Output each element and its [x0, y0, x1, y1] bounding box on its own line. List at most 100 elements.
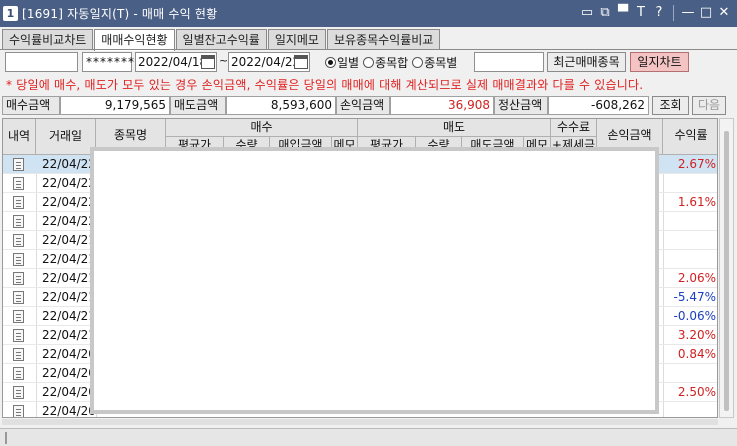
status-grip-icon	[5, 432, 7, 444]
return-rate-cell: 2.67%	[677, 157, 716, 171]
settlement-label: 정산금액	[494, 96, 548, 115]
date-from-text: 2022/04/18	[138, 55, 208, 69]
document-icon[interactable]	[13, 215, 24, 228]
return-rate-cell: -5.47%	[673, 290, 716, 304]
radio-daily-label: 일별	[337, 56, 360, 70]
trade-date-cell: 22/04/20	[42, 347, 96, 361]
trade-date-cell: 22/04/22	[42, 157, 96, 171]
return-rate-cell: 1.61%	[677, 195, 716, 209]
sell-amount-value: 8,593,600	[226, 96, 336, 115]
radio-by-stock[interactable]: 종목별	[412, 54, 457, 71]
document-icon[interactable]	[13, 234, 24, 247]
trade-date-cell: 22/04/20	[42, 366, 96, 380]
radio-button-checked[interactable]	[325, 57, 336, 68]
header-return-rate[interactable]: 수익률	[663, 119, 717, 155]
trade-date-cell: 22/04/20	[42, 385, 96, 399]
header-trade-date[interactable]: 거래일	[36, 119, 96, 155]
header-fee[interactable]: 수수료	[551, 119, 597, 137]
buy-amount-label: 매수금액	[2, 96, 60, 115]
query-button[interactable]: 조회	[652, 96, 689, 115]
document-icon[interactable]	[13, 196, 24, 209]
date-to-text: 2022/04/22	[231, 55, 301, 69]
date-to-field[interactable]: 2022/04/22	[228, 52, 310, 72]
journal-chart-button[interactable]: 일지차트	[630, 52, 689, 72]
tab-holding-return-comparison[interactable]: 보유종목수익률비교	[326, 29, 441, 50]
recent-trades-button[interactable]: 최근매매종목	[547, 52, 626, 72]
return-rate-cell: 2.06%	[677, 271, 716, 285]
notice-text: * 당일에 매수, 매도가 모두 있는 경우 손익금액, 수익률은 당일의 매매…	[6, 78, 644, 92]
password-field[interactable]: ********	[82, 52, 141, 72]
title-separator	[673, 5, 674, 21]
document-icon[interactable]	[13, 291, 24, 304]
document-icon[interactable]	[13, 177, 24, 190]
pin-icon[interactable]: ▀	[616, 4, 630, 22]
trade-date-cell: 22/04/22	[42, 214, 96, 228]
document-icon[interactable]	[13, 348, 24, 361]
buy-amount-value: 9,179,565	[60, 96, 170, 115]
scrollbar-thumb[interactable]	[724, 131, 729, 411]
horizontal-scrollbar[interactable]	[2, 419, 718, 425]
date-range-tilde: ~	[219, 54, 229, 67]
tab-divider	[0, 49, 737, 50]
stock-code-input[interactable]	[474, 52, 544, 72]
tab-trade-profit-status[interactable]: 매매수익현황	[94, 29, 175, 51]
window-title: [1691] 자동일지(T) - 매매 수익 현황	[22, 7, 218, 21]
window-controls: ▭ ⧉ ▀ T ? — □ ✕	[580, 4, 731, 22]
document-icon[interactable]	[13, 329, 24, 342]
trade-date-cell: 22/04/21	[42, 309, 96, 323]
document-icon[interactable]	[13, 272, 24, 285]
font-size-icon[interactable]: T	[634, 4, 648, 22]
radio-by-stock-label: 종목별	[424, 56, 458, 70]
trade-date-cell: 22/04/22	[42, 195, 96, 209]
radio-stock-sum[interactable]: 종목합	[363, 54, 408, 71]
sell-amount-label: 매도금액	[170, 96, 226, 115]
tab-daily-balance-return[interactable]: 일별잔고수익률	[175, 29, 267, 50]
profit-loss-label: 손익금액	[336, 96, 390, 115]
trade-date-cell: 22/04/21	[42, 233, 96, 247]
return-rate-cell: 2.50%	[677, 385, 716, 399]
vertical-scrollbar[interactable]	[719, 118, 734, 418]
calendar-icon[interactable]	[294, 55, 308, 69]
tab-return-comparison-chart[interactable]: 수익률비교차트	[2, 29, 94, 50]
summary-bar: 매수금액 9,179,565 매도금액 8,593,600 손익금액 36,90…	[2, 96, 726, 116]
radio-button[interactable]	[363, 57, 375, 68]
trade-date-cell: 22/04/20	[42, 404, 96, 418]
query-toolbar: ******** 2022/04/18 ~ 2022/04/22 일별 종목합 …	[0, 52, 737, 74]
header-detail[interactable]: 내역	[3, 119, 36, 155]
return-rate-cell: 0.84%	[677, 347, 716, 361]
radio-daily[interactable]: 일별	[325, 54, 359, 71]
next-button[interactable]: 다음	[692, 96, 726, 115]
date-from-field[interactable]: 2022/04/18	[135, 52, 217, 72]
status-bar	[0, 428, 737, 446]
trade-date-cell: 22/04/21	[42, 290, 96, 304]
calendar-icon[interactable]	[201, 55, 215, 69]
trade-date-cell: 22/04/21	[42, 271, 96, 285]
trade-date-cell: 22/04/21	[42, 252, 96, 266]
trade-date-cell: 22/04/21	[42, 328, 96, 342]
minimize-icon[interactable]: —	[681, 4, 695, 22]
view-mode-radio-group: 일별 종목합 종목별	[325, 54, 459, 71]
header-sell-group: 매도	[358, 119, 551, 137]
document-icon[interactable]	[13, 367, 24, 380]
help-icon[interactable]: ?	[652, 4, 666, 22]
document-icon[interactable]	[13, 253, 24, 266]
radio-stock-sum-label: 종목합	[375, 56, 409, 70]
document-icon[interactable]	[13, 310, 24, 323]
link-window-icon[interactable]: ⧉	[598, 4, 612, 22]
tab-journal-memo[interactable]: 일지메모	[267, 29, 326, 50]
header-buy-group: 매수	[166, 119, 358, 137]
close-icon[interactable]: ✕	[717, 4, 731, 22]
window-number-badge: 1	[3, 6, 18, 21]
document-icon[interactable]	[13, 158, 24, 171]
document-icon[interactable]	[13, 386, 24, 399]
layout-icon[interactable]: ▭	[580, 4, 594, 22]
return-rate-cell: 3.20%	[677, 328, 716, 342]
account-input[interactable]	[5, 52, 78, 72]
trade-date-cell: 22/04/22	[42, 176, 96, 190]
maximize-icon[interactable]: □	[699, 4, 713, 22]
radio-button[interactable]	[412, 57, 424, 68]
tab-strip: 수익률비교차트 매매수익현황 일별잔고수익률 일지메모 보유종목수익률비교	[2, 29, 441, 51]
document-icon[interactable]	[13, 405, 24, 417]
title-bar: 1 [1691] 자동일지(T) - 매매 수익 현황 ▭ ⧉ ▀ T ? — …	[0, 0, 737, 27]
return-rate-cell: -0.06%	[673, 309, 716, 323]
